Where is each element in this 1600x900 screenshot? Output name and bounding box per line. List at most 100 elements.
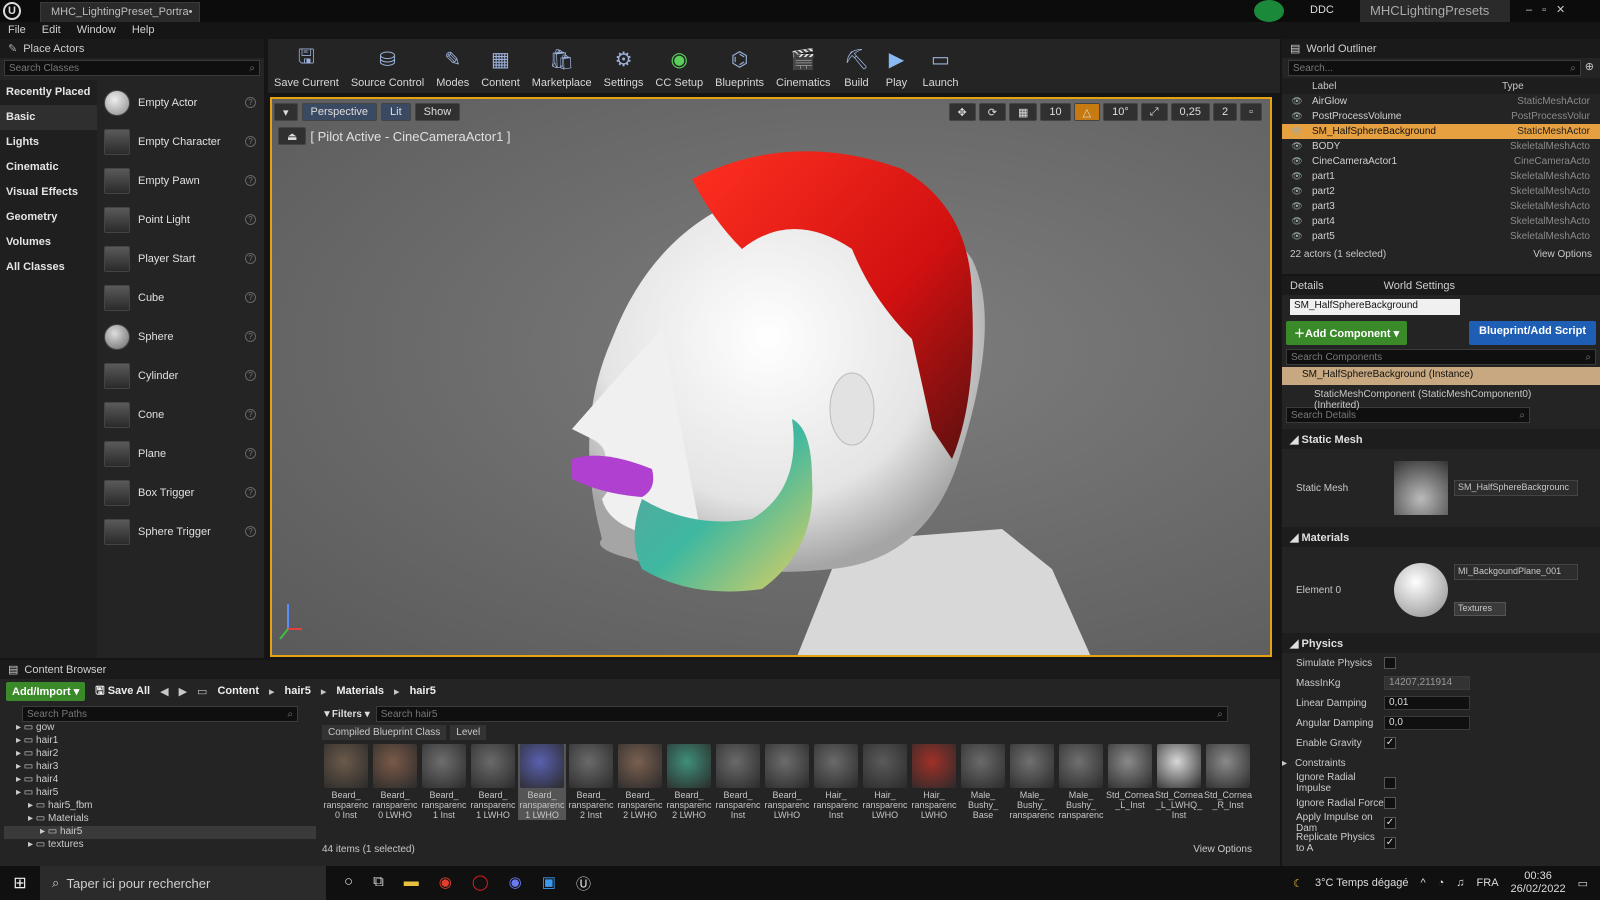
static-mesh-thumbnail[interactable]: [1394, 461, 1448, 515]
actor-item[interactable]: Point Light?: [98, 200, 264, 239]
static-mesh-component-row[interactable]: StaticMeshComponent (StaticMeshComponent…: [1282, 385, 1600, 411]
breadcrumb-content[interactable]: Content: [217, 685, 259, 697]
help-icon[interactable]: ?: [245, 448, 256, 459]
column-label[interactable]: Label: [1312, 81, 1502, 92]
folder-tree-item[interactable]: ▸ ▭ hair5_fbm: [4, 800, 316, 813]
physics-section[interactable]: ◢ Physics: [1282, 633, 1600, 653]
task-view-icon[interactable]: ⧉: [373, 873, 384, 894]
asset-tile[interactable]: Hair_ ransparenc Inst: [812, 744, 860, 820]
opera-icon[interactable]: ◯: [472, 873, 489, 894]
outliner-row[interactable]: 👁 CineCameraActor1 CineCameraActo: [1282, 154, 1600, 169]
add-folder-icon[interactable]: ⊕: [1585, 60, 1594, 76]
toolbar-source-control-button[interactable]: ⛁ Source Control: [345, 44, 430, 93]
asset-tile[interactable]: Beard_ ransparenc 1 LWHO: [469, 744, 517, 820]
source-control-status-icon[interactable]: [1254, 0, 1284, 22]
volume-icon[interactable]: ♫: [1456, 877, 1464, 889]
actor-item[interactable]: Box Trigger?: [98, 473, 264, 512]
toolbar-blueprints-button[interactable]: ⌬ Blueprints: [709, 44, 770, 93]
asset-tile[interactable]: Std_Cornea _R_Inst: [1204, 744, 1252, 820]
folder-tree-item[interactable]: ▸ ▭ hair3: [4, 761, 316, 774]
folder-tree-item[interactable]: ▸ ▭ Materials: [4, 813, 316, 826]
help-icon[interactable]: ?: [245, 97, 256, 108]
language-indicator[interactable]: FRA: [1477, 877, 1499, 889]
toolbar-build-button[interactable]: ⛏ Build: [836, 44, 876, 93]
breadcrumb-hair5[interactable]: hair5: [285, 685, 311, 697]
outliner-row[interactable]: 👁 SM_HalfSphereBackground StaticMeshActor: [1282, 124, 1600, 139]
asset-tile[interactable]: Beard_ ransparenc 2 Inst: [567, 744, 615, 820]
asset-tile[interactable]: Beard_ ransparenc 0 Inst: [322, 744, 370, 820]
weather-text[interactable]: 3°C Temps dégagé: [1315, 877, 1408, 889]
breadcrumb-materials[interactable]: Materials: [336, 685, 384, 697]
menu-help[interactable]: Help: [124, 22, 163, 39]
tab-world-settings[interactable]: World Settings: [1384, 280, 1455, 292]
static-mesh-section[interactable]: ◢ Static Mesh: [1282, 429, 1600, 449]
category-recently-placed[interactable]: Recently Placed: [0, 80, 97, 105]
visibility-eye-icon[interactable]: 👁: [1282, 111, 1312, 122]
folder-tree-item[interactable]: ▸ ▭ textures: [4, 839, 316, 852]
notifications-icon[interactable]: ▭: [1578, 877, 1588, 890]
asset-tile[interactable]: Beard_ ransparenc 2 LWHO: [616, 744, 664, 820]
outliner-view-options[interactable]: View Options: [1533, 249, 1592, 260]
visibility-eye-icon[interactable]: 👁: [1282, 186, 1312, 197]
toolbar-content-button[interactable]: ▦ Content: [475, 44, 526, 93]
asset-tile[interactable]: Male_ Bushy_ ransparenc: [1057, 744, 1105, 820]
property-checkbox[interactable]: [1384, 657, 1396, 669]
property-checkbox[interactable]: [1384, 777, 1396, 789]
window-controls[interactable]: –▫✕: [1526, 3, 1575, 16]
outliner-row[interactable]: 👁 AirGlow StaticMeshActor: [1282, 94, 1600, 109]
visibility-eye-icon[interactable]: 👁: [1282, 141, 1312, 152]
windows-start-icon[interactable]: ⊞: [0, 873, 40, 893]
visibility-eye-icon[interactable]: 👁: [1282, 231, 1312, 242]
outliner-row[interactable]: 👁 part2 SkeletalMeshActo: [1282, 184, 1600, 199]
property-checkbox[interactable]: ✓: [1384, 737, 1396, 749]
actor-item[interactable]: Empty Character?: [98, 122, 264, 161]
asset-tile[interactable]: Beard_ ransparenc 1 Inst: [420, 744, 468, 820]
property-checkbox[interactable]: ✓: [1384, 817, 1396, 829]
toolbar-settings-button[interactable]: ⚙ Settings: [598, 44, 650, 93]
forward-icon[interactable]: ▶: [179, 685, 187, 698]
folder-tree-item[interactable]: ▸ ▭ gow: [4, 722, 316, 735]
help-icon[interactable]: ?: [245, 487, 256, 498]
search-paths-input[interactable]: Search Paths ⌕: [22, 706, 298, 722]
actor-item[interactable]: Player Start?: [98, 239, 264, 278]
chrome-icon[interactable]: ◉: [439, 873, 452, 894]
toolbar-play-button[interactable]: ▶ Play: [876, 44, 916, 93]
asset-view-options[interactable]: View Options: [1193, 844, 1252, 855]
material-thumbnail[interactable]: [1394, 563, 1448, 617]
category-cinematic[interactable]: Cinematic: [0, 155, 97, 180]
component-instance-row[interactable]: SM_HalfSphereBackground (Instance): [1282, 367, 1600, 385]
file-explorer-icon[interactable]: ▬: [404, 873, 419, 894]
toolbar-marketplace-button[interactable]: 🛍 Marketplace: [526, 44, 598, 93]
filter-chip[interactable]: Level: [450, 725, 487, 740]
tray-chevron-icon[interactable]: ^: [1420, 877, 1425, 889]
filters-button[interactable]: ▼Filters ▾: [322, 709, 370, 720]
category-geometry[interactable]: Geometry: [0, 205, 97, 230]
visibility-eye-icon[interactable]: 👁: [1282, 156, 1312, 167]
help-icon[interactable]: ?: [245, 409, 256, 420]
visibility-eye-icon[interactable]: 👁: [1282, 171, 1312, 182]
actor-item[interactable]: Sphere?: [98, 317, 264, 356]
asset-tile[interactable]: Std_Cornea _L_Inst: [1106, 744, 1154, 820]
help-icon[interactable]: ?: [245, 526, 256, 537]
asset-tile[interactable]: Beard_ ransparenc 2 LWHO: [665, 744, 713, 820]
asset-tile[interactable]: Beard_ ransparenc 1 LWHO: [518, 744, 566, 820]
toolbar-cc-setup-button[interactable]: ◉ CC Setup: [649, 44, 709, 93]
asset-tile[interactable]: Hair_ ransparenc LWHO: [861, 744, 909, 820]
toolbar-modes-button[interactable]: ✎ Modes: [430, 44, 475, 93]
help-icon[interactable]: ?: [245, 136, 256, 147]
category-all-classes[interactable]: All Classes: [0, 255, 97, 280]
toolbar-save-button[interactable]: 🖫 Save Current: [268, 44, 345, 93]
clock[interactable]: 00:36 26/02/2022: [1511, 870, 1566, 896]
ddc-label[interactable]: DDC: [1310, 4, 1334, 16]
menu-window[interactable]: Window: [69, 22, 124, 39]
asset-tile[interactable]: Std_Cornea _L_LWHQ_ Inst: [1155, 744, 1203, 820]
help-icon[interactable]: ?: [245, 253, 256, 264]
outliner-row[interactable]: 👁 part4 SkeletalMeshActo: [1282, 214, 1600, 229]
photos-icon[interactable]: ▣: [542, 873, 556, 894]
column-type[interactable]: Type: [1502, 81, 1524, 92]
folder-tree-item[interactable]: ▸ ▭ hair1: [4, 735, 316, 748]
materials-section[interactable]: ◢ Materials: [1282, 527, 1600, 547]
asset-tile[interactable]: Male_ Bushy_ Base: [959, 744, 1007, 820]
visibility-eye-icon[interactable]: 👁: [1282, 126, 1312, 137]
folder-tree-item[interactable]: ▸ ▭ hair2: [4, 748, 316, 761]
